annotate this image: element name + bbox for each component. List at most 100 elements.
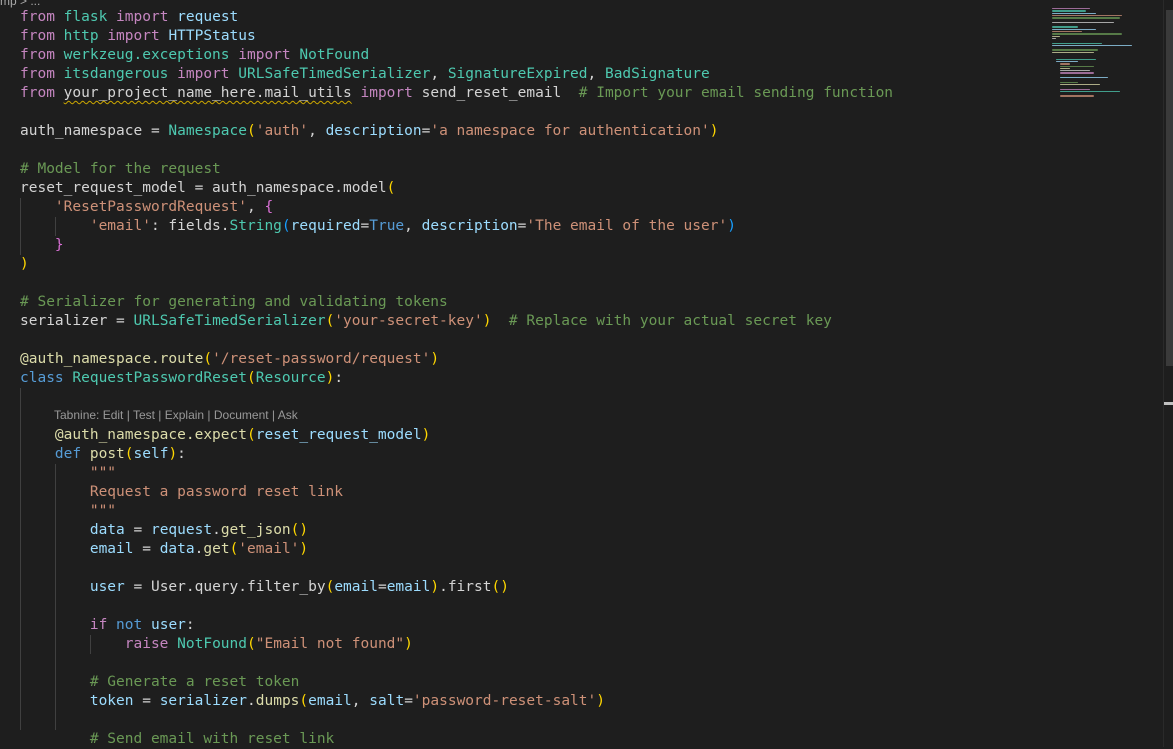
minimap-line — [1052, 28, 1096, 31]
code-token: flask — [63, 9, 108, 25]
code-line[interactable]: # Send email with reset link — [20, 730, 334, 749]
code-token: ( — [203, 351, 213, 367]
code-line[interactable]: 'email': fields.String(required=True, de… — [20, 217, 736, 236]
tabnine-codelens[interactable]: Tabnine: Edit | Test | Explain | Documen… — [54, 406, 298, 424]
code-token: ) — [430, 579, 440, 595]
code-token: description — [421, 218, 518, 234]
code-token: from — [20, 85, 55, 101]
code-token: SignatureExpired — [447, 66, 588, 82]
code-line[interactable]: reset_request_model = auth_namespace.mod… — [20, 179, 395, 198]
code-token: , — [246, 199, 265, 215]
minimap-line — [1060, 90, 1120, 93]
code-editor[interactable]: from flask import request from http impor… — [0, 0, 1060, 747]
code-line[interactable]: Request a password reset link — [20, 483, 343, 502]
minimap-line — [1060, 70, 1090, 72]
code-token: , — [308, 123, 326, 139]
code-line[interactable]: from http import HTTPStatus — [20, 27, 256, 46]
code-line[interactable]: auth_namespace = Namespace('auth', descr… — [20, 122, 718, 141]
code-token: Request a password reset link — [89, 484, 344, 500]
code-token: = — [124, 522, 151, 538]
code-line[interactable]: if not user: — [20, 616, 195, 635]
code-line[interactable]: 'ResetPasswordRequest', { — [20, 198, 273, 217]
code-token: 'The email of the user' — [526, 218, 728, 234]
code-line[interactable]: user = User.query.filter_by(email=email)… — [20, 578, 509, 597]
minimap-line — [1060, 88, 1090, 90]
code-token: get — [203, 541, 230, 557]
code-token: ) — [20, 256, 29, 272]
code-token: ) — [404, 636, 413, 652]
minimap[interactable] — [1052, 8, 1160, 128]
code-token: NotFound — [299, 47, 370, 63]
minimap-line — [1052, 14, 1122, 17]
code-line[interactable]: """ — [20, 502, 116, 521]
minimap-line — [1052, 49, 1098, 51]
code-line[interactable]: # Serializer for generating and validati… — [20, 293, 448, 312]
code-token: NotFound — [177, 636, 247, 652]
scrollbar-thumb[interactable] — [1166, 10, 1173, 366]
code-token: ( — [386, 180, 396, 196]
code-line[interactable]: # Model for the request — [20, 160, 221, 179]
code-line[interactable]: from flask import request — [20, 8, 238, 27]
code-token: user — [150, 617, 186, 633]
code-token: , — [351, 693, 370, 709]
code-line[interactable]: # Generate a reset token — [20, 673, 300, 692]
code-line[interactable]: serializer = URLSafeTimedSerializer('you… — [20, 312, 832, 331]
code-line[interactable]: from werkzeug.exceptions import NotFound — [20, 46, 369, 65]
code-token: : — [185, 617, 195, 633]
code-token: ( — [325, 579, 335, 595]
code-token: salt — [369, 693, 405, 709]
code-token: def — [54, 446, 82, 462]
code-token: email — [89, 541, 134, 557]
code-token: ( — [229, 541, 239, 557]
code-token: http — [63, 28, 99, 44]
code-token: import — [360, 85, 413, 101]
cursor-position-marker — [1164, 402, 1173, 405]
code-line[interactable]: data = request.get_json() — [20, 521, 308, 540]
code-line[interactable]: @auth_namespace.route('/reset-password/r… — [20, 350, 439, 369]
code-token: '/reset-password/request' — [212, 351, 431, 367]
code-token: # Generate a reset token — [89, 674, 300, 690]
code-line[interactable]: } — [20, 236, 64, 255]
code-token: serializer — [159, 693, 248, 709]
code-line[interactable]: ) — [20, 255, 29, 274]
code-token: werkzeug.exceptions — [63, 47, 230, 63]
code-token: "Email not found" — [255, 636, 405, 652]
code-token: email — [334, 579, 378, 595]
code-token: itsdangerous — [63, 66, 169, 82]
code-token: from — [20, 28, 55, 44]
code-token: URLSafeTimedSerializer — [238, 66, 431, 82]
code-token: @auth_namespace.expect — [54, 427, 247, 443]
code-line[interactable]: @auth_namespace.expect(reset_request_mod… — [20, 426, 430, 445]
code-token: ( — [325, 313, 335, 329]
code-token: raise — [124, 636, 169, 652]
code-token: RequestPasswordReset — [72, 370, 247, 386]
code-line[interactable]: """ — [20, 464, 116, 483]
minimap-line — [1056, 60, 1078, 63]
code-token: request — [150, 522, 213, 538]
code-line[interactable]: token = serializer.dumps(email, salt='pa… — [20, 692, 605, 711]
code-line[interactable]: def post(self): — [20, 445, 186, 464]
code-token: Namespace — [168, 123, 247, 139]
code-token: String — [229, 218, 282, 234]
code-line[interactable]: from itsdangerous import URLSafeTimedSer… — [20, 65, 710, 84]
code-token: ) — [325, 370, 335, 386]
code-token: = — [404, 693, 413, 709]
code-line[interactable]: from your_project_name_here.mail_utils i… — [20, 84, 893, 103]
code-line[interactable]: raise NotFound("Email not found") — [20, 635, 413, 654]
code-token: Resource — [255, 370, 326, 386]
code-token: : — [334, 370, 344, 386]
code-line[interactable]: class RequestPasswordReset(Resource): — [20, 369, 343, 388]
code-token: { — [264, 199, 274, 215]
minimap-line — [1060, 65, 1094, 67]
code-line[interactable]: email = data.get('email') — [20, 540, 308, 559]
